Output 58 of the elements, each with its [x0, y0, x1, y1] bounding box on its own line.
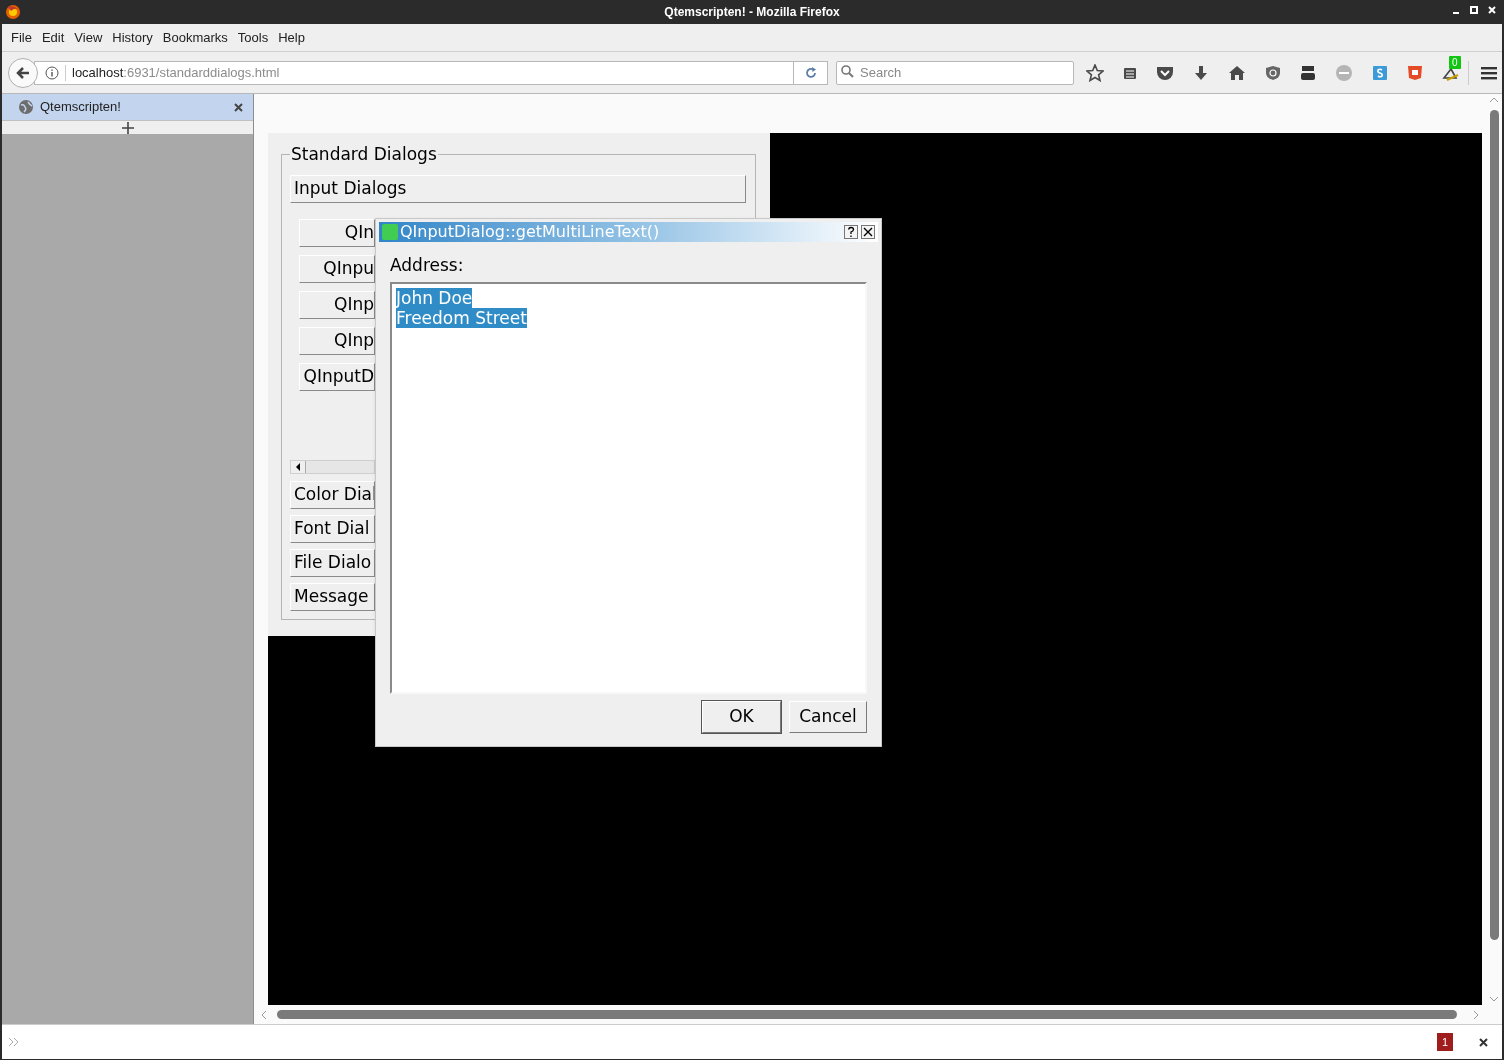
search-field[interactable]: Search: [836, 60, 1074, 85]
list-icon[interactable]: [1123, 65, 1137, 80]
scroll-left-icon[interactable]: [295, 463, 301, 471]
menu-item[interactable]: View: [69, 27, 108, 48]
reload-icon: [804, 66, 817, 79]
globe-icon: [18, 99, 34, 115]
info-icon[interactable]: [45, 65, 59, 80]
dialog-button[interactable]: Cancel: [789, 701, 867, 733]
menu-item[interactable]: Bookmarks: [157, 27, 233, 48]
group-title: Standard Dialogs: [290, 143, 438, 165]
url-text: localhost:6931/standarddialogs.html: [72, 63, 280, 82]
section-button[interactable]: File Dialo: [290, 549, 375, 577]
window-title: Qtemscripten! - Mozilla Firefox: [664, 4, 840, 21]
pocket-icon[interactable]: [1156, 64, 1174, 81]
new-tab-icon[interactable]: [121, 121, 134, 134]
menu-item[interactable]: Tools: [232, 27, 274, 48]
dialog-button[interactable]: QInputD: [299, 363, 375, 391]
section-button[interactable]: Input Dialogs: [290, 175, 746, 203]
dialog-button[interactable]: OK: [702, 701, 781, 733]
back-arrow-icon: [15, 64, 31, 81]
star-icon[interactable]: [1086, 63, 1104, 82]
menu-item[interactable]: Help: [273, 27, 310, 48]
html5-shield-icon[interactable]: [1407, 64, 1423, 81]
notification-badge: 0: [1449, 55, 1461, 69]
search-icon: [841, 65, 854, 79]
menu-item[interactable]: History: [107, 27, 158, 48]
maximize-icon[interactable]: [1470, 6, 1478, 14]
dialog-button[interactable]: QInpu: [299, 255, 375, 283]
download-icon[interactable]: [1193, 64, 1209, 81]
address-field[interactable]: localhost:6931/standarddialogs.html: [34, 60, 794, 85]
close-icon[interactable]: [1479, 1037, 1488, 1047]
scroll-up-icon[interactable]: [1489, 96, 1499, 104]
field-label: Address:: [390, 255, 465, 275]
scrollbar[interactable]: [290, 460, 375, 474]
dialog-button[interactable]: QIn: [299, 219, 375, 247]
text-area[interactable]: John Doe Freedom Street: [390, 282, 867, 694]
home-icon[interactable]: [1228, 64, 1246, 81]
help-icon[interactable]: [844, 225, 858, 239]
scroll-right-icon[interactable]: [1472, 1009, 1480, 1020]
notification-badge[interactable]: 1: [1437, 1033, 1453, 1051]
s-square-icon[interactable]: [1372, 64, 1388, 81]
app-logo-icon: [382, 224, 398, 240]
section-button[interactable]: Message: [290, 583, 375, 611]
dialog-button[interactable]: QInp: [299, 327, 375, 355]
tab-title: Qtemscripten!: [40, 98, 122, 117]
scroll-down-icon[interactable]: [1489, 995, 1499, 1003]
reload-button[interactable]: [794, 60, 828, 85]
close-icon[interactable]: [234, 102, 243, 112]
dialog-title: QInputDialog::getMultiLineText(): [400, 221, 661, 243]
close-icon[interactable]: [861, 225, 875, 239]
section-button[interactable]: Font Dial: [290, 515, 375, 543]
shield-icon[interactable]: [1265, 64, 1281, 81]
menu-item[interactable]: Edit: [36, 27, 70, 48]
dialog-button[interactable]: QInp: [299, 291, 375, 319]
back-button[interactable]: [8, 57, 38, 88]
tab[interactable]: Qtemscripten!: [2, 94, 253, 120]
menu-item[interactable]: File: [6, 27, 37, 48]
menu-icon[interactable]: [1481, 65, 1497, 80]
